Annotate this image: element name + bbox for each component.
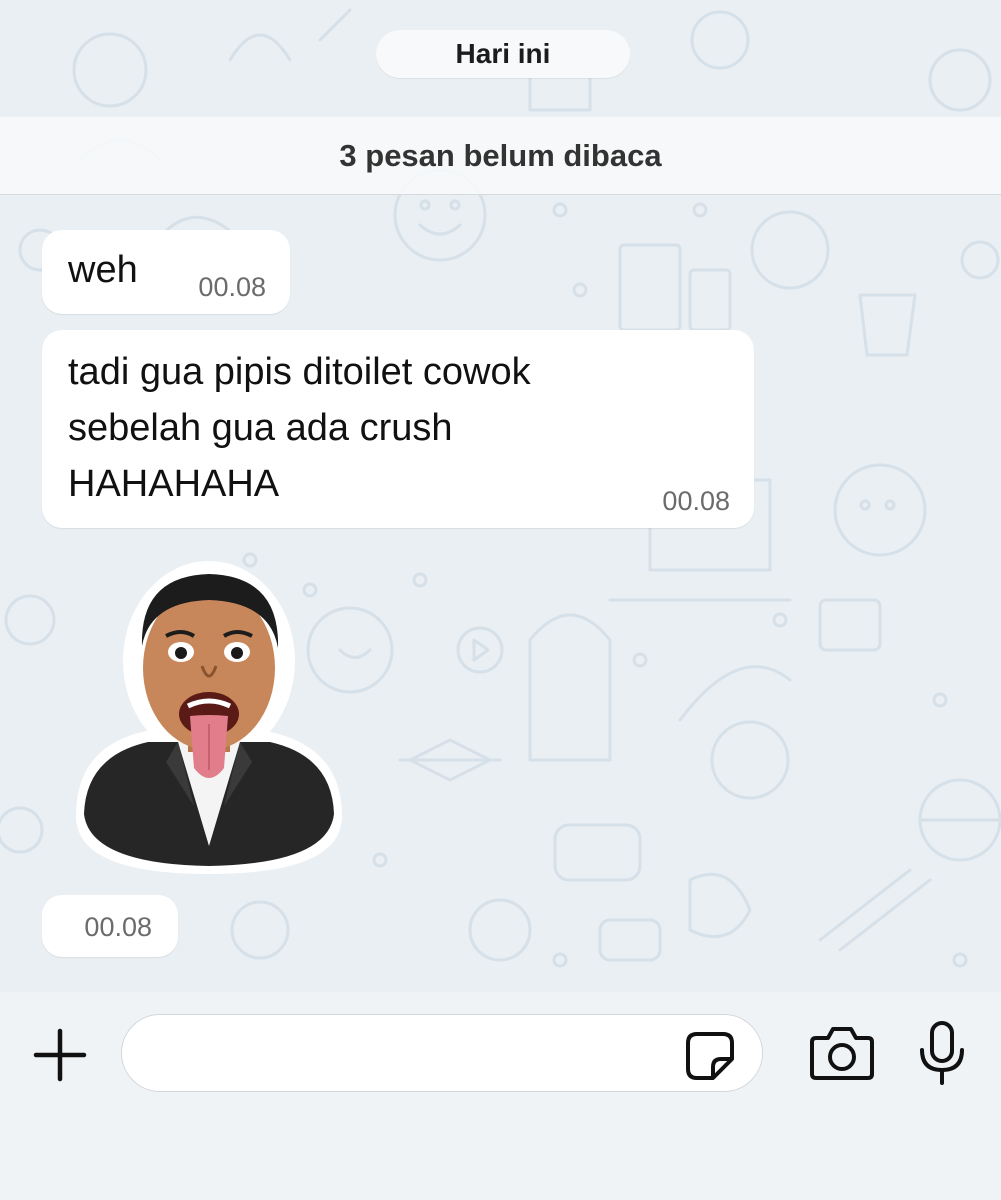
message-text-line: sebelah gua ada crush [68,407,453,449]
date-divider: Hari ini [376,30,630,78]
camera-icon[interactable] [808,1024,876,1082]
plus-icon[interactable] [32,1027,88,1083]
message-input[interactable] [121,1014,763,1092]
microphone-icon[interactable] [916,1020,968,1086]
message-bubble[interactable]: weh 00.08 [42,230,290,314]
message-bubble[interactable]: 00.08 [42,895,178,957]
sticker-icon[interactable] [683,1029,737,1083]
message-bubble[interactable]: tadi gua pipis ditoilet cowok sebelah gu… [42,330,754,528]
chat-area[interactable]: Hari ini 3 pesan belum dibaca weh 00.08 … [0,0,1001,992]
message-time: 00.08 [198,272,266,302]
unread-messages-banner: 3 pesan belum dibaca [0,117,1001,195]
message-text-line: HAHAHAHA [68,463,280,505]
message-text-line: tadi gua pipis ditoilet cowok [68,351,531,393]
message-time: 00.08 [662,486,730,516]
unread-messages-label: 3 pesan belum dibaca [339,137,662,173]
sticker-image[interactable] [66,556,352,874]
message-time: 00.08 [84,912,152,942]
